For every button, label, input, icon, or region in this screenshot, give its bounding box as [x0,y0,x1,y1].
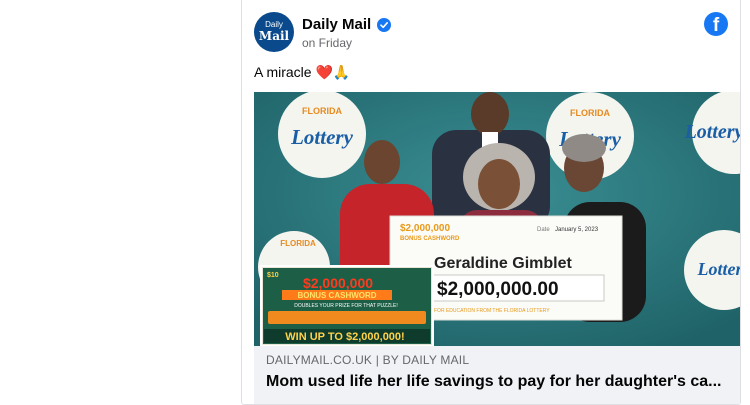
check-date: January 5, 2023 [555,227,599,233]
check-memo: FOR EDUCATION FROM THE FLORIDA LOTTERY [434,308,550,314]
lottery-winners-photo: FLORIDA Lottery FLORIDA Lottery Lottery … [254,92,740,346]
avatar-text-mail: Mail [258,29,290,43]
facebook-logo-icon[interactable]: f [704,12,728,36]
post-header: Daily Mail Daily Mail on Friday f [254,12,728,54]
avatar-text-daily: Daily [265,20,283,29]
backdrop-florida-text: FLORIDA [302,106,342,116]
post-timestamp[interactable]: on Friday [302,36,352,50]
page-name-link[interactable]: Daily Mail [302,16,371,33]
scratch-ticket-inset: $10 $2,000,000 BONUS CASHWORD DOUBLES YO… [260,265,434,346]
ticket-subtitle: BONUS CASHWORD [297,291,376,300]
backdrop-lottery-text: Lottery [290,125,353,149]
ticket-price: $10 [267,272,279,279]
check-payee: Geraldine Gimblet [434,255,572,272]
check-amount: $2,000,000.00 [437,279,559,300]
ticket-tagline: DOUBLES YOUR PRIZE FOR THAT PUZZLE! [294,303,398,309]
link-separator: | [375,353,380,367]
ticket-win-line: WIN UP TO $2,000,000! [285,331,404,343]
ticket-title: $2,000,000 [303,275,373,291]
link-headline[interactable]: Mom used life her life savings to pay fo… [266,373,728,391]
backdrop-florida-text: FLORIDA [280,239,316,248]
facebook-post-card: Daily Mail Daily Mail on Friday f A mira… [241,0,741,405]
backdrop-lottery-text: Lottery [697,259,740,279]
link-byline: BY DAILY MAIL [382,353,470,367]
backdrop-lottery-text: Lottery [684,121,740,143]
page-name-row: Daily Mail [302,16,392,33]
post-text: A miracle ❤️🙏 [254,64,351,80]
link-preview[interactable]: DAILYMAIL.CO.UK | BY DAILY MAIL Mom used… [254,346,740,404]
check-prize-title: $2,000,000 [400,223,450,234]
daily-mail-avatar[interactable]: Daily Mail [254,12,294,52]
check-date-label: Date [537,227,550,233]
link-domain: DAILYMAIL.CO.UK [266,353,373,367]
lottery-logo-left: FLORIDA Lottery [278,92,366,178]
check-prize-subtitle: BONUS CASHWORD [400,236,460,242]
link-source-line: DAILYMAIL.CO.UK | BY DAILY MAIL [266,353,728,367]
post-image[interactable]: FLORIDA Lottery FLORIDA Lottery Lottery … [254,92,740,346]
backdrop-florida-text: FLORIDA [570,108,610,118]
verified-badge-icon [377,17,392,32]
